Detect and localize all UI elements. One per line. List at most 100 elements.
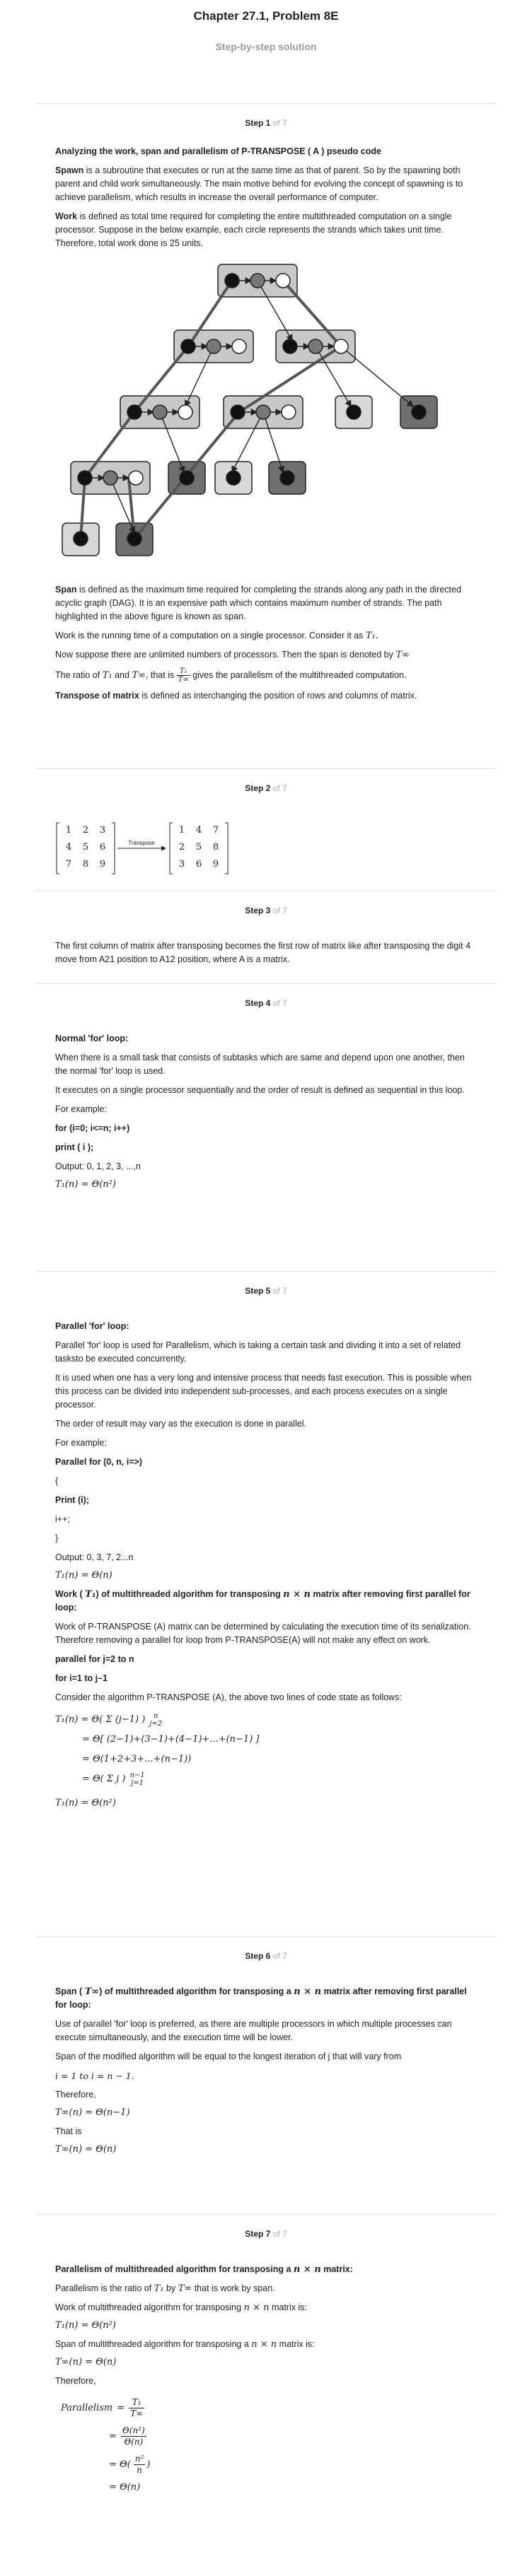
parallel-for-p1: Parallel 'for' loop is used for Parallel… [55, 1340, 461, 1364]
parallel-for-code-3: Print (i); [55, 1495, 89, 1505]
chapter-title: Chapter 27.1, Problem 8E [193, 9, 339, 23]
span-heading: Span ( T∞) of multithreaded algorithm fo… [55, 1986, 467, 2010]
parallelism-eq-2: T∞(n) = Θ(n) [55, 2357, 117, 2367]
matrix-a-cell: 3 [100, 825, 105, 836]
transpose-figure: Transpose 1 2 34 5 67 8 9 1 4 72 5 83 6 9 [56, 822, 229, 874]
matrix-original: 1 2 3 4 5 6 7 8 9 [66, 825, 105, 870]
step-7-header: Step 7 of 7 [245, 2229, 287, 2239]
step-4: Step 4 of 7 Normal 'for' loop: When ther… [35, 983, 497, 1271]
spawn-paragraph: Spawn is a subroutine that executes or r… [55, 165, 463, 202]
parallel-for-code-4: i++; [55, 1514, 70, 1524]
span-therefore: Therefore, [55, 2090, 96, 2100]
matrix-a-cell: 4 [66, 842, 71, 853]
matrix-b-cell: 7 [213, 825, 219, 836]
normal-for-example: For example: [55, 1104, 107, 1114]
parallel-for-example: For example: [55, 1438, 107, 1448]
parallelism-therefore: Therefore, [55, 2376, 96, 2386]
step-3-header: Step 3 of 7 [245, 906, 287, 915]
parallel-for-code-1: Parallel for (0, n, i=>) [55, 1457, 142, 1467]
parallel-for-p3: The order of result may vary as the exec… [55, 1419, 307, 1429]
span-equation-1: T∞(n) = Θ(n−1) [55, 2107, 130, 2118]
derivation-line-4: = Θ( Σ j ) n−1 j=1 [82, 1772, 145, 1787]
normal-for-p2: It executes on a single processor sequen… [55, 1085, 465, 1095]
span-that-is: That is [55, 2126, 82, 2136]
parallel-for-p2: It is used when one has a very long and … [55, 1373, 472, 1410]
step-1-header: Step 1 of 7 [245, 118, 287, 128]
step-1: Step 1 of 7 Analyzing the work, span and… [35, 103, 497, 768]
work-p4: Work of P-TRANSPOSE (A) matrix can be de… [55, 1622, 471, 1645]
matrix-b-cell: 2 [179, 842, 185, 853]
derivation-line-2: = Θ[ (2−1)+(3−1)+(4−1)+...+(n−1) ] [82, 1734, 260, 1745]
work-derivation: T₁(n) = Θ( Σ (j−1) ) n j=2 = Θ[ (2−1)+(3−… [55, 1710, 477, 1813]
normal-for-p1: When there is a small task that consists… [55, 1053, 465, 1076]
matrix-b-cell: 8 [213, 842, 219, 853]
work-paragraph: Work is defined as total time required f… [55, 211, 452, 248]
span-p2: Span of the modified algorithm will be e… [55, 2051, 402, 2061]
matrix-a-cell: 9 [100, 859, 105, 870]
parallelism-line-3: = Θ( n² n ) [109, 2453, 151, 2475]
matrix-a-cell: 7 [66, 859, 71, 870]
span-range: i = 1 to i = n − 1. [55, 2071, 134, 2081]
matrix-b-cell: 9 [213, 859, 219, 870]
step-6: Step 6 of 7 Span ( T∞) of multithreaded … [35, 1936, 497, 2214]
parallelism-derivation: Parallelism = T₁ T∞ = Θ(n²) Θ(n) = Θ( n² n )… [55, 2394, 477, 2497]
parallelism-line-1: Parallelism = T₁ T∞ [61, 2396, 145, 2418]
matrix-a-cell: 6 [100, 842, 105, 853]
matrix-b-cell: 4 [196, 825, 202, 836]
normal-for-code-1: for (i=0; i<=n; i++) [55, 1123, 130, 1133]
parallel-for-code-2: { [55, 1476, 59, 1486]
step-1-heading: Analyzing the work, span and parallelism… [55, 146, 381, 156]
matrix-a-cell: 2 [83, 825, 88, 836]
parallelism-p2: Work of multithreaded algorithm for tran… [55, 2302, 307, 2313]
parallel-for-output: Output: 0, 3, 7, 2...n [55, 1552, 134, 1562]
step-2-header: Step 2 of 7 [245, 783, 287, 793]
processors-paragraph: Now suppose there are unlimited numbers … [55, 650, 410, 660]
step-5: Step 5 of 7 Parallel 'for' loop: Paralle… [35, 1271, 497, 1936]
step-3: Step 3 of 7 The first column of matrix a… [35, 891, 497, 983]
work-p5: Consider the algorithm P-TRANSPOSE (A), … [55, 1692, 402, 1702]
parallel-for-code-5: } [55, 1533, 59, 1543]
matrix-transposed: 1 4 7 2 5 8 3 6 9 [179, 825, 219, 870]
step-5-header: Step 5 of 7 [245, 1286, 287, 1296]
span-paragraph: Span is defined as the maximum time requ… [55, 585, 461, 621]
parallel-for-heading: Parallel 'for' loop: [55, 1321, 129, 1331]
parallelism-heading: Parallelism of multithreaded algorithm f… [55, 2264, 353, 2275]
normal-for-equation: T₁(n) = Θ(n²) [55, 1179, 116, 1190]
step-4-header: Step 4 of 7 [245, 998, 287, 1008]
derivation-line-1: T₁(n) = Θ( Σ (j−1) ) n j=2 [55, 1712, 163, 1728]
step-6-header: Step 6 of 7 [245, 1951, 287, 1961]
work-heading: Work ( T₁) of multithreaded algorithm fo… [55, 1589, 470, 1612]
work-code-2: for i=1 to j–1 [55, 1673, 108, 1683]
ratio-paragraph: The ratio of T₁ and T∞, that is T₁ T∞ giv… [55, 667, 407, 684]
matrix-b-cell: 1 [179, 825, 185, 836]
parallelism-line-2: = Θ(n²) Θ(n) [109, 2425, 146, 2447]
derivation-line-3: = Θ(1+2+3+...+(n−1)) [82, 1754, 192, 1764]
transpose-paragraph: Transpose of matrix is defined as interc… [55, 691, 417, 701]
matrix-b-cell: 5 [196, 842, 202, 853]
normal-for-code-2: print ( i ); [55, 1142, 94, 1152]
solution-page: Chapter 27.1, Problem 8E Step-by-step so… [0, 0, 532, 2547]
parallel-for-equation: T₁(n) = Θ(n) [55, 1570, 112, 1581]
solution-subtitle: Step-by-step solution [215, 41, 317, 52]
work-code-1: parallel for j=2 to n [55, 1654, 134, 1664]
step-2: Step 2 of 7 Transpose 123456789 14725836… [35, 768, 497, 891]
parallelism-line-4: = Θ(n) [109, 2482, 141, 2493]
matrix-a-cell: 8 [83, 859, 88, 870]
parallelism-p3: Span of multithreaded algorithm for tran… [55, 2339, 315, 2350]
normal-for-heading: Normal 'for' loop: [55, 1034, 129, 1043]
span-p1: Use of parallel 'for' loop is preferred,… [55, 2019, 452, 2042]
matrix-a-cell: 1 [66, 825, 71, 836]
transpose-arrow-label: Transpose [128, 840, 155, 846]
dag-figure [62, 264, 438, 556]
step-3-text: The first column of matrix after transpo… [55, 941, 471, 964]
running-paragraph: Work is the running time of a computatio… [55, 631, 378, 641]
step-7: Step 7 of 7 Parallelism of multithreaded… [35, 2214, 497, 2547]
derivation-line-5: T₁(n) = Θ(n²) [55, 1798, 116, 1808]
parallelism-eq-1: T₁(n) = Θ(n²) [55, 2320, 116, 2331]
normal-for-output: Output: 0, 1, 2, 3, ...,n [55, 1161, 141, 1171]
matrix-b-cell: 3 [179, 859, 185, 870]
parallelism-p1: Parallelism is the ratio of T₁ by T∞ tha… [55, 2283, 275, 2294]
matrix-a-cell: 5 [83, 842, 88, 853]
span-equation-2: T∞(n) = Θ(n) [55, 2144, 117, 2155]
matrix-b-cell: 6 [196, 859, 202, 870]
